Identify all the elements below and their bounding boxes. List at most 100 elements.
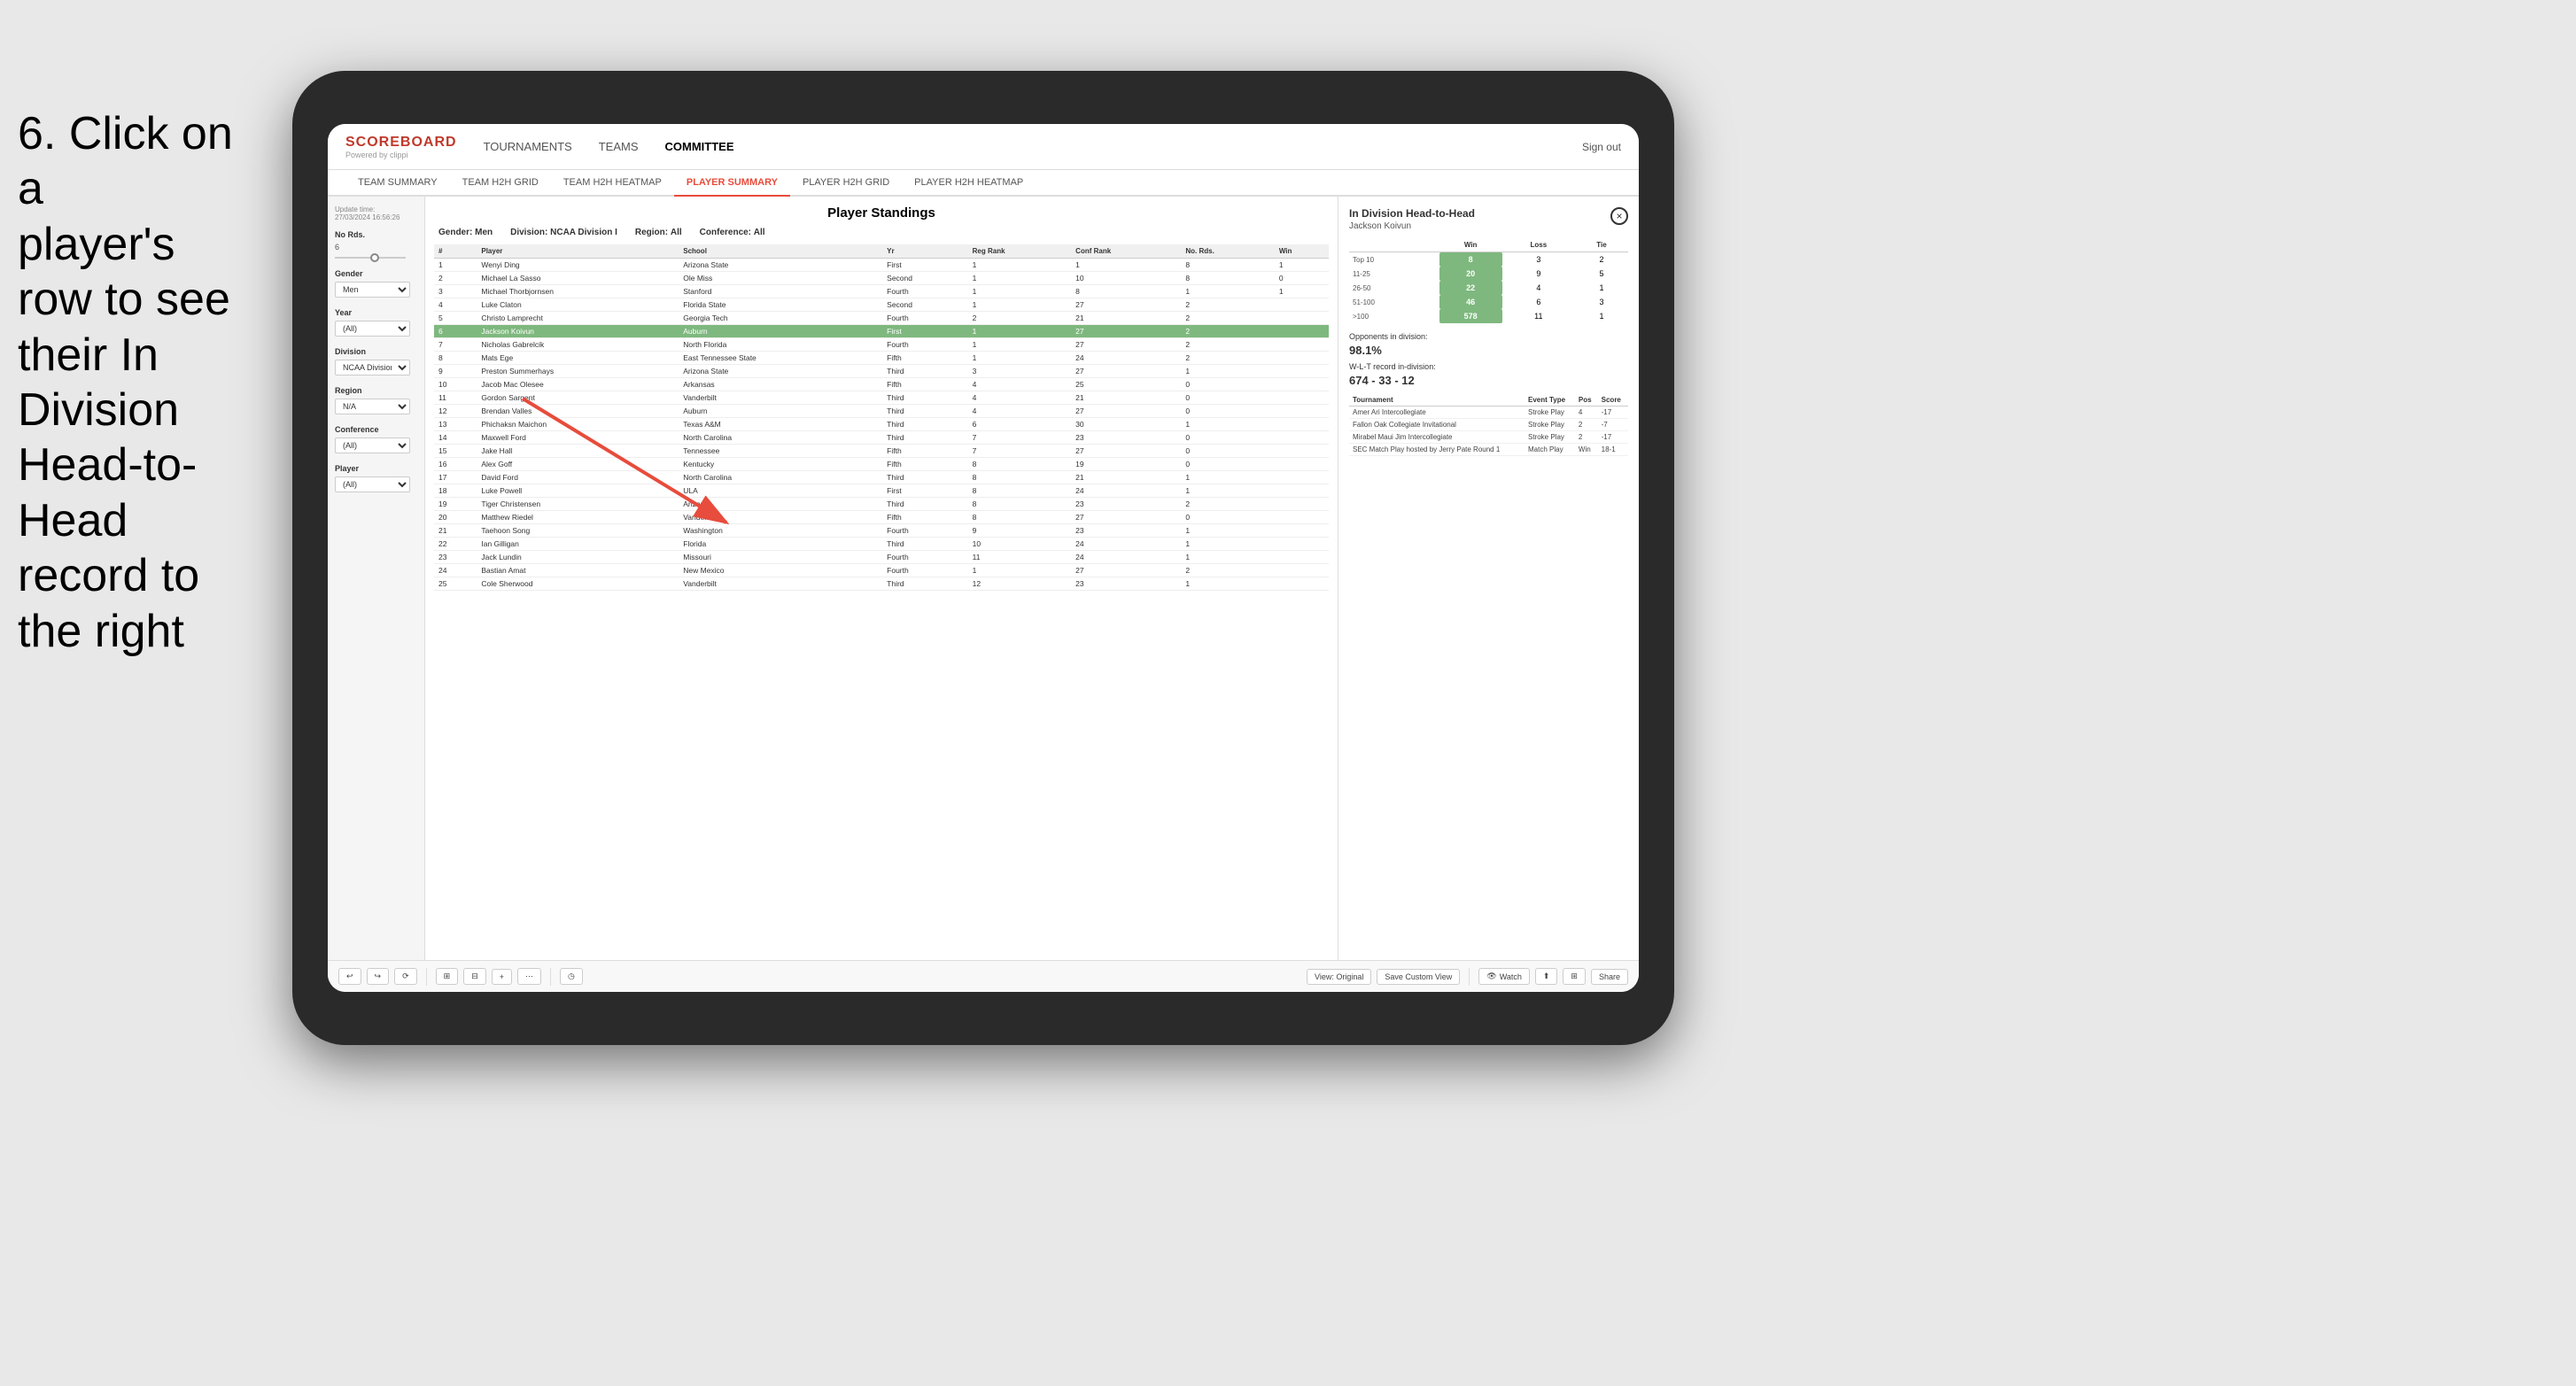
h2h-title: In Division Head-to-Head (1349, 207, 1475, 220)
opponents-label: Opponents in division: (1349, 332, 1428, 341)
share-button[interactable]: Share (1591, 969, 1628, 985)
sidebar: Update time: 27/03/2024 16:56:26 No Rds.… (328, 197, 425, 960)
table-row[interactable]: 19 Tiger Christensen Arizona Third 8 23 … (434, 498, 1329, 511)
tab-player-h2h-heatmap[interactable]: PLAYER H2H HEATMAP (902, 170, 1036, 197)
table-row[interactable]: 18 Luke Powell ULA First 8 24 1 (434, 484, 1329, 498)
toolbar-btn3[interactable]: ⊟ (463, 968, 486, 985)
table-row[interactable]: 25 Cole Sherwood Vanderbilt Third 12 23 … (434, 577, 1329, 591)
tab-player-h2h-grid[interactable]: PLAYER H2H GRID (790, 170, 902, 197)
table-row[interactable]: 15 Jake Hall Tennessee Fifth 7 27 0 (434, 445, 1329, 458)
player-select[interactable]: (All) (335, 476, 410, 492)
main-content: Update time: 27/03/2024 16:56:26 No Rds.… (328, 197, 1639, 960)
col-win: Win (1275, 244, 1329, 259)
toolbar-btn6[interactable]: ◷ (560, 968, 583, 985)
division-section: Division NCAA Division I (335, 347, 417, 376)
standings-filters: Gender: Men Division: NCAA Division I Re… (434, 228, 1329, 237)
redo2-button[interactable]: ⟳ (394, 968, 417, 985)
bottom-toolbar: ↩ ↪ ⟳ ⊞ ⊟ + ⋯ ◷ View: Original Save Cust… (328, 960, 1639, 992)
opponents-value: 98.1% (1349, 344, 1382, 357)
toolbar-sep3 (1469, 968, 1470, 986)
nav-committee[interactable]: COMMITTEE (665, 136, 734, 157)
region-section: Region N/A (335, 386, 417, 414)
logo-sub: Powered by clippi (345, 151, 457, 159)
h2h-player-name: Jackson Koivun (1349, 221, 1475, 231)
toolbar-sep2 (550, 968, 551, 986)
table-row[interactable]: 11 Gordon Sargent Vanderbilt Third 4 21 … (434, 391, 1329, 405)
table-row[interactable]: 22 Ian Gilligan Florida Third 10 24 1 (434, 538, 1329, 551)
table-row[interactable]: 1 Wenyi Ding Arizona State First 1 1 8 1 (434, 259, 1329, 272)
table-row[interactable]: 14 Maxwell Ford North Carolina Third 7 2… (434, 431, 1329, 445)
table-row[interactable]: 7 Nicholas Gabrelcik North Florida Fourt… (434, 338, 1329, 352)
table-row[interactable]: 4 Luke Claton Florida State Second 1 27 … (434, 298, 1329, 312)
sub-nav: TEAM SUMMARY TEAM H2H GRID TEAM H2H HEAT… (328, 170, 1639, 197)
save-custom-view-button[interactable]: Save Custom View (1377, 969, 1460, 985)
table-row[interactable]: 10 Jacob Mac Olesee Arkansas Fifth 4 25 … (434, 378, 1329, 391)
no-rds-section: No Rds. 6 (335, 230, 417, 259)
h2h-row: 51-100 46 6 3 (1349, 295, 1628, 309)
toolbar-sep1 (426, 968, 427, 986)
undo-button[interactable]: ↩ (338, 968, 361, 985)
view-original-button[interactable]: View: Original (1307, 969, 1371, 985)
tab-team-summary[interactable]: TEAM SUMMARY (345, 170, 450, 197)
table-row[interactable]: 21 Taehoon Song Washington Fourth 9 23 1 (434, 524, 1329, 538)
h2h-panel-header: In Division Head-to-Head Jackson Koivun … (1349, 207, 1628, 231)
toolbar-btn4[interactable]: + (492, 969, 512, 985)
standings-title: Player Standings (434, 205, 1329, 221)
table-row[interactable]: 3 Michael Thorbjornsen Stanford Fourth 1… (434, 285, 1329, 298)
table-row[interactable]: 8 Mats Ege East Tennessee State Fifth 1 … (434, 352, 1329, 365)
redo-button[interactable]: ↪ (367, 968, 390, 985)
table-row[interactable]: 12 Brendan Valles Auburn Third 4 27 0 (434, 405, 1329, 418)
year-select[interactable]: (All) (335, 321, 410, 337)
h2h-stats: Opponents in division: 98.1% W-L-T recor… (1349, 332, 1628, 387)
h2h-row: 26-50 22 4 1 (1349, 281, 1628, 295)
no-rds-slider[interactable] (335, 257, 417, 259)
col-conf-rank: Conf Rank (1071, 244, 1181, 259)
record-value: 674 - 33 - 12 (1349, 374, 1415, 387)
toolbar-btn2[interactable]: ⊞ (436, 968, 459, 985)
table-row[interactable]: 13 Phichaksn Maichon Texas A&M Third 6 3… (434, 418, 1329, 431)
conference-select[interactable]: (All) (335, 437, 410, 453)
gender-select[interactable]: Men Women (335, 282, 410, 298)
table-row[interactable]: 9 Preston Summerhays Arizona State Third… (434, 365, 1329, 378)
tab-player-summary[interactable]: PLAYER SUMMARY (674, 170, 790, 197)
tournament-row: Amer Ari Intercollegiate Stroke Play 4 -… (1349, 407, 1628, 419)
col-yr: Yr (882, 244, 968, 259)
table-row[interactable]: 16 Alex Goff Kentucky Fifth 8 19 0 (434, 458, 1329, 471)
standings-table: # Player School Yr Reg Rank Conf Rank No… (434, 244, 1329, 591)
standings-area: Player Standings Gender: Men Division: N… (425, 197, 1338, 960)
sign-out-button[interactable]: Sign out (1582, 141, 1621, 153)
table-row[interactable]: 2 Michael La Sasso Ole Miss Second 1 10 … (434, 272, 1329, 285)
logo-text: SCOREBOARD (345, 135, 457, 151)
division-select[interactable]: NCAA Division I (335, 360, 410, 376)
table-row[interactable]: 24 Bastian Amat New Mexico Fourth 1 27 2 (434, 564, 1329, 577)
toolbar-btn5[interactable]: ⋯ (517, 968, 541, 985)
tournament-row: Fallon Oak Collegiate Invitational Strok… (1349, 419, 1628, 431)
logo-area: SCOREBOARD Powered by clippi (345, 135, 457, 159)
table-row[interactable]: 17 David Ford North Carolina Third 8 21 … (434, 471, 1329, 484)
player-section: Player (All) (335, 464, 417, 492)
h2h-table: Win Loss Tie Top 10 8 3 2 11-25 20 9 5 2… (1349, 238, 1628, 323)
toolbar-btn8[interactable]: ⊞ (1563, 968, 1586, 985)
h2h-close-button[interactable]: × (1610, 207, 1628, 225)
tablet-frame: SCOREBOARD Powered by clippi TOURNAMENTS… (292, 71, 1674, 1045)
tablet-screen: SCOREBOARD Powered by clippi TOURNAMENTS… (328, 124, 1639, 992)
h2h-row: Top 10 8 3 2 (1349, 252, 1628, 267)
conference-section: Conference (All) (335, 425, 417, 453)
table-row[interactable]: 6 Jackson Koivun Auburn First 1 27 2 (434, 325, 1329, 338)
nav-tournaments[interactable]: TOURNAMENTS (484, 136, 572, 157)
tab-team-h2h-grid[interactable]: TEAM H2H GRID (450, 170, 551, 197)
region-select[interactable]: N/A (335, 399, 410, 414)
tab-team-h2h-heatmap[interactable]: TEAM H2H HEATMAP (551, 170, 674, 197)
record-label: W-L-T record in-division: (1349, 362, 1436, 371)
watch-button[interactable]: 👁 Watch (1478, 968, 1530, 985)
table-row[interactable]: 23 Jack Lundin Missouri Fourth 11 24 1 (434, 551, 1329, 564)
tournament-row: SEC Match Play hosted by Jerry Pate Roun… (1349, 444, 1628, 456)
nav-teams[interactable]: TEAMS (599, 136, 639, 157)
col-no-rds: No. Rds. (1181, 244, 1274, 259)
table-row[interactable]: 20 Matthew Riedel Vanderbilt Fifth 8 27 … (434, 511, 1329, 524)
col-player: Player (477, 244, 679, 259)
tournament-table: Tournament Event Type Pos Score Amer Ari… (1349, 394, 1628, 456)
app-header: SCOREBOARD Powered by clippi TOURNAMENTS… (328, 124, 1639, 170)
toolbar-btn7[interactable]: ⬆ (1535, 968, 1558, 985)
table-row[interactable]: 5 Christo Lamprecht Georgia Tech Fourth … (434, 312, 1329, 325)
